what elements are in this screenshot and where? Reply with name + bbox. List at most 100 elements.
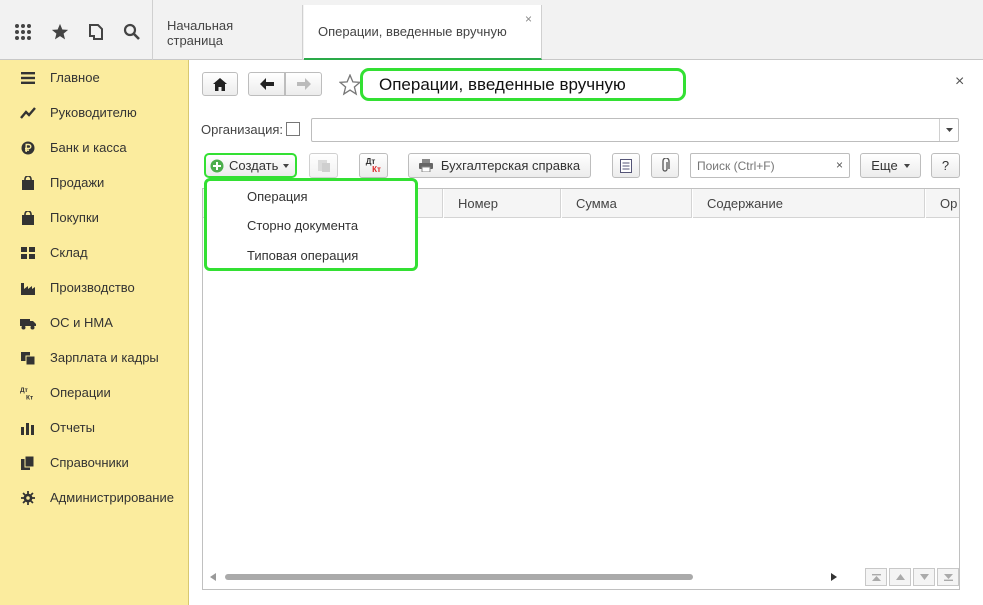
chevron-down-icon [283, 163, 290, 168]
sidebar-item-fixed-assets[interactable]: ОС и НМА [0, 311, 189, 335]
history-icon[interactable] [84, 20, 108, 44]
search-icon[interactable] [120, 20, 144, 44]
cart-icon [22, 211, 34, 225]
search-field[interactable] [695, 155, 825, 176]
column-header-amount[interactable]: Сумма [562, 189, 692, 218]
gear-icon [21, 491, 35, 505]
search-clear-icon[interactable]: × [836, 158, 843, 172]
sidebar-item-label: Зарплата и кадры [50, 350, 159, 365]
help-button-label: ? [941, 158, 950, 173]
attachment-button[interactable] [651, 153, 679, 178]
scroll-left-icon[interactable] [210, 573, 216, 581]
sidebar-item-reports[interactable]: Отчеты [0, 416, 189, 440]
first-row-icon [871, 573, 881, 581]
search-input[interactable]: × [690, 153, 850, 178]
tab-home[interactable]: Начальная страница [153, 5, 303, 60]
column-header-number[interactable]: Номер [444, 189, 561, 218]
dt-kt-button[interactable]: Дт Кт [359, 153, 388, 178]
sidebar: Главное Руководителю Банк и касса Продаж… [0, 60, 189, 605]
top-bar: Начальная страница Операции, введенные в… [0, 0, 983, 60]
sidebar-item-purchases[interactable]: Покупки [0, 206, 189, 230]
printer-icon [418, 159, 433, 172]
arrow-right-icon [296, 78, 311, 90]
sidebar-item-label: Операции [50, 385, 111, 400]
next-row-button[interactable] [913, 568, 935, 586]
tab-manual-operations[interactable]: Операции, введенные вручную × [304, 5, 542, 60]
more-button[interactable]: Еще [860, 153, 921, 178]
column-header-content[interactable]: Содержание [693, 189, 925, 218]
first-row-button[interactable] [865, 568, 887, 586]
sidebar-item-label: Главное [50, 70, 100, 85]
sidebar-item-administration[interactable]: Администрирование [0, 486, 189, 510]
create-button[interactable]: Создать [204, 153, 297, 178]
sidebar-item-sales[interactable]: Продажи [0, 171, 189, 195]
horizontal-scrollbar[interactable] [225, 573, 825, 581]
scroll-right-icon[interactable] [831, 573, 837, 581]
sidebar-item-label: Отчеты [50, 420, 95, 435]
document-list-button[interactable] [612, 153, 640, 178]
chevron-down-icon [919, 574, 929, 580]
sidebar-item-operations[interactable]: Дт Кт Операции [0, 381, 189, 405]
sidebar-item-label: Покупки [50, 210, 99, 225]
accounting-report-label: Бухгалтерская справка [440, 158, 581, 173]
back-button[interactable] [248, 72, 285, 96]
sidebar-item-production[interactable]: Производство [0, 276, 189, 300]
organization-input[interactable] [311, 118, 959, 142]
menu-item-storno[interactable]: Сторно документа [247, 218, 358, 233]
bag-icon [22, 176, 34, 190]
sidebar-item-label: Склад [50, 245, 88, 260]
sidebar-item-bank[interactable]: Банк и касса [0, 136, 189, 160]
form-close-icon[interactable]: × [955, 73, 964, 91]
apps-grid-icon[interactable] [11, 20, 35, 44]
copy-icon [317, 159, 330, 172]
ruble-icon [21, 141, 35, 155]
favorite-star-icon[interactable] [339, 74, 361, 96]
last-row-button[interactable] [937, 568, 959, 586]
copy-button[interactable] [309, 153, 338, 178]
form-content: Операции, введенные вручную × Организаци… [190, 61, 983, 605]
menu-item-typical-operation[interactable]: Типовая операция [247, 248, 358, 263]
organization-dropdown-button[interactable] [939, 119, 958, 141]
truck-icon [20, 319, 36, 330]
sidebar-item-salary[interactable]: Зарплата и кадры [0, 346, 189, 370]
home-icon [213, 77, 227, 91]
document-icon [620, 158, 632, 173]
sidebar-item-label: Администрирование [50, 490, 174, 505]
last-row-icon [943, 573, 953, 581]
column-label: Сумма [576, 195, 617, 211]
sidebar-item-main[interactable]: Главное [0, 66, 189, 90]
sidebar-item-label: Производство [50, 280, 135, 295]
sidebar-item-label: Продажи [50, 175, 105, 190]
previous-row-button[interactable] [889, 568, 911, 586]
sidebar-item-label: Справочники [50, 455, 129, 470]
organization-checkbox[interactable] [286, 122, 300, 136]
scrollbar-thumb[interactable] [225, 574, 693, 580]
star-icon[interactable] [48, 20, 72, 44]
bar-chart-icon [21, 423, 34, 435]
dt-kt-icon: ДтКт [20, 387, 33, 401]
warehouse-icon [21, 247, 35, 259]
help-button[interactable]: ? [931, 153, 960, 178]
people-icon [21, 352, 36, 365]
plus-circle-icon [210, 159, 224, 172]
quick-actions [0, 0, 153, 60]
menu-icon [21, 72, 35, 84]
accounting-report-button[interactable]: Бухгалтерская справка [408, 153, 591, 178]
sidebar-item-references[interactable]: Справочники [0, 451, 189, 475]
page-title: Операции, введенные вручную [360, 68, 686, 101]
books-icon [21, 456, 35, 470]
forward-button[interactable] [285, 72, 322, 96]
sidebar-item-label: Банк и касса [50, 140, 127, 155]
chevron-up-icon [895, 574, 905, 580]
sidebar-item-manager[interactable]: Руководителю [0, 101, 189, 125]
svg-text:Дт: Дт [20, 387, 28, 394]
sidebar-item-warehouse[interactable]: Склад [0, 241, 189, 265]
paperclip-icon [662, 158, 670, 172]
tab-close-icon[interactable]: × [525, 12, 532, 26]
home-button[interactable] [202, 72, 238, 96]
chevron-down-icon [903, 163, 910, 168]
organization-label: Организация: [201, 122, 284, 137]
column-header-organization[interactable]: Ор [926, 189, 959, 218]
menu-item-operation[interactable]: Операция [247, 189, 308, 204]
svg-text:Кт: Кт [26, 395, 33, 401]
